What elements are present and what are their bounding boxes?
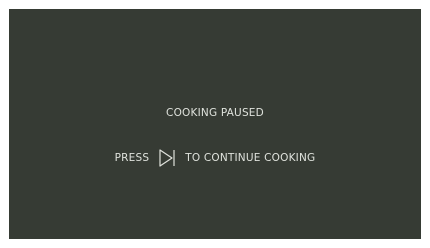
display-screen: COOKING PAUSED PRESS TO CONTINUE COOKING <box>9 9 421 239</box>
resume-instruction: PRESS TO CONTINUE COOKING <box>9 148 421 168</box>
instruction-prefix: PRESS <box>114 152 150 164</box>
cooking-status-label: COOKING PAUSED <box>166 107 264 119</box>
instruction-suffix: TO CONTINUE COOKING <box>185 152 316 164</box>
play-pause-icon <box>158 148 176 168</box>
